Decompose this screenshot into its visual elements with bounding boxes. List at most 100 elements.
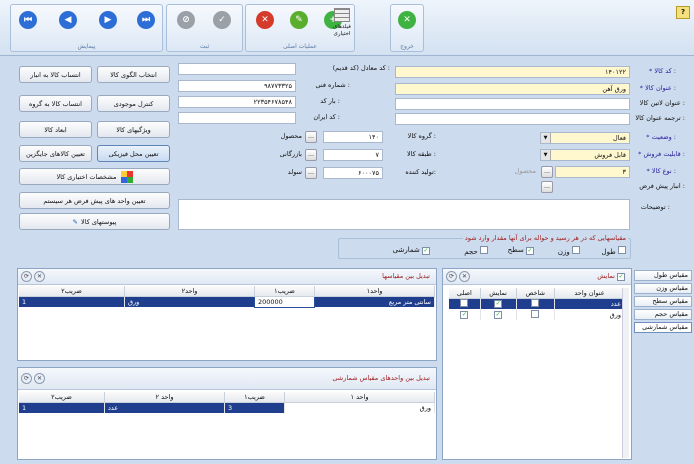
factor1-cell[interactable]: 3 bbox=[224, 402, 285, 413]
col-main: اصلی bbox=[449, 288, 481, 299]
description-textarea[interactable] bbox=[178, 199, 630, 230]
title-input[interactable]: ورق آهن bbox=[395, 83, 630, 95]
producer-browse-button[interactable]: … bbox=[305, 167, 317, 179]
unit-cell[interactable]: عدد bbox=[554, 298, 625, 309]
features-button[interactable]: ویژگیهای کالا bbox=[97, 121, 170, 138]
unit1-cell[interactable]: سانتی متر مربع bbox=[314, 296, 435, 307]
assign-to-group-button[interactable]: انتساب کالا به گروه bbox=[19, 95, 92, 112]
type-label: * نوع کالا : bbox=[646, 167, 677, 175]
description-label: توضیحات : bbox=[640, 203, 670, 211]
edit-icon: ✎ bbox=[290, 11, 308, 29]
table-row[interactable]: ورق 3 عدد 1 bbox=[19, 402, 435, 413]
type-input[interactable]: ۳ bbox=[555, 166, 630, 178]
count-table: واحد ۱ ضریب۱ واحد ۲ ضریب۲ ورق 3 عدد 1 bbox=[19, 392, 435, 413]
custom-fields-button[interactable]: فیلدهای اختیاری bbox=[327, 6, 357, 48]
translate-title-input[interactable] bbox=[395, 113, 630, 125]
col-factor2: ضریب۲ bbox=[19, 286, 125, 297]
group-input[interactable]: ۱۴۰ bbox=[323, 131, 383, 143]
tab-length[interactable]: مقیاس طول bbox=[634, 270, 692, 281]
edit-button[interactable]: ✎ bbox=[288, 9, 310, 31]
group-browse-button[interactable]: … bbox=[305, 131, 317, 143]
record-group-caption: ثبت bbox=[199, 43, 210, 50]
checkbox-icon bbox=[572, 246, 580, 254]
prev-record-button[interactable]: ◀ bbox=[57, 9, 79, 31]
factor2-cell[interactable]: 1 bbox=[19, 402, 105, 413]
class-browse-button[interactable]: … bbox=[305, 149, 317, 161]
confirm-record-button[interactable]: ✓ bbox=[211, 9, 233, 31]
help-button[interactable]: ? bbox=[676, 6, 690, 19]
nav-group-caption: پیمایش bbox=[77, 43, 96, 50]
tab-volume[interactable]: مقیاس حجم bbox=[634, 309, 692, 320]
grid-icon bbox=[334, 8, 350, 22]
dimensions-button[interactable]: ابعاد کالا bbox=[19, 121, 92, 138]
checkbox-icon[interactable] bbox=[460, 298, 469, 307]
refresh-icon[interactable]: ⟳ bbox=[446, 271, 457, 282]
type-browse-button[interactable]: … bbox=[541, 166, 553, 178]
iran-code-input[interactable] bbox=[178, 112, 296, 124]
delete-row-icon[interactable]: ✕ bbox=[459, 271, 470, 282]
unit2-cell[interactable]: ورق bbox=[124, 296, 255, 307]
first-record-button[interactable]: ⏮ bbox=[17, 9, 39, 31]
checkmark-icon[interactable]: ✓ bbox=[494, 311, 503, 319]
col-show: نمایش bbox=[480, 288, 517, 299]
delete-button[interactable]: ✕ bbox=[254, 9, 276, 31]
last-record-button[interactable]: ⏭ bbox=[135, 9, 157, 31]
refresh-icon[interactable]: ⟳ bbox=[21, 271, 32, 282]
factor2-cell[interactable]: 1 bbox=[19, 296, 125, 307]
assign-to-store-button[interactable]: انتساب کالا به انبار bbox=[19, 66, 92, 83]
custom-specs-button[interactable]: مشخصات اختیاری کالا bbox=[19, 168, 170, 185]
class-input[interactable]: ۷ bbox=[323, 149, 383, 161]
exit-group: ✕ خروج bbox=[390, 4, 424, 52]
units-scrollbar[interactable] bbox=[622, 288, 629, 458]
factor1-cell[interactable]: 200000 bbox=[254, 295, 315, 308]
inventory-control-button[interactable]: کنترل موجودی bbox=[97, 95, 170, 112]
physical-location-button[interactable]: تعیین محل فیزیکی bbox=[97, 145, 170, 162]
cancel-record-button[interactable]: ⊘ bbox=[175, 9, 197, 31]
latin-title-input[interactable] bbox=[395, 98, 630, 110]
measure-count[interactable]: شمارشی ✓ bbox=[393, 246, 430, 255]
producer-input[interactable]: ۶۰۰۰۷۵ bbox=[323, 167, 383, 179]
measure-length[interactable]: طول bbox=[601, 246, 626, 256]
record-group: ⊘ ✓ ثبت bbox=[166, 4, 243, 52]
substitutes-button[interactable]: تعیین کالاهای جایگزین bbox=[19, 145, 92, 162]
default-store-browse-button[interactable]: … bbox=[541, 181, 553, 193]
measure-volume[interactable]: حجم bbox=[464, 246, 488, 256]
status-select[interactable]: ▼ فعال bbox=[540, 132, 630, 144]
select-pattern-button[interactable]: انتخاب الگوی کالا bbox=[97, 66, 170, 83]
refresh-icon[interactable]: ⟳ bbox=[21, 373, 32, 384]
tab-area[interactable]: مقیاس سطح bbox=[634, 296, 692, 307]
table-row[interactable]: سانتی متر مربع 200000 ورق 1 bbox=[19, 295, 435, 308]
salability-select[interactable]: ▼ قابل فروش bbox=[540, 149, 630, 161]
group-label: گروه کالا : bbox=[407, 132, 436, 140]
checkmark-icon[interactable]: ✓ bbox=[494, 300, 503, 309]
table-row[interactable]: عدد ✓ bbox=[449, 298, 625, 309]
conversion-panel-header: تبدیل بین مقیاسها ⟳ ✕ bbox=[18, 269, 436, 285]
default-units-button[interactable]: تعیین واحد های پیش فرض هر سیستم bbox=[19, 192, 170, 209]
measure-weight[interactable]: وزن bbox=[558, 246, 580, 256]
next-record-button[interactable]: ▶ bbox=[97, 9, 119, 31]
code-input[interactable]: ۱۴۰۱۲۲ bbox=[395, 66, 630, 78]
chevron-down-icon: ▼ bbox=[541, 133, 551, 143]
delete-row-icon[interactable]: ✕ bbox=[34, 271, 45, 282]
table-row[interactable]: ورق ✓ ✓ bbox=[449, 309, 625, 320]
exit-button[interactable]: ✕ bbox=[396, 9, 418, 31]
tab-weight[interactable]: مقیاس وزن bbox=[634, 283, 692, 294]
delete-row-icon[interactable]: ✕ bbox=[34, 373, 45, 384]
col-unit1: واحد ۱ bbox=[284, 392, 435, 403]
unit1-cell[interactable]: ورق bbox=[284, 402, 435, 413]
equiv-code-input[interactable] bbox=[178, 63, 296, 75]
barcode-input[interactable]: ۲۲۳۵۴۶۷۸۵۴۸ bbox=[178, 96, 296, 108]
checkbox-icon[interactable] bbox=[531, 309, 540, 318]
tab-count[interactable]: مقیاس شمارشی bbox=[634, 322, 692, 333]
status-label: * وضعیت : bbox=[646, 133, 676, 141]
tech-no-input[interactable]: ۹۸۷۷۳۳۲۵ bbox=[178, 80, 296, 92]
latin-title-label: عنوان لاتین کالا : bbox=[639, 99, 685, 107]
measures-caption: مقیاسهایی که در هر رسید و حواله برای آنه… bbox=[462, 234, 628, 242]
conversion-panel-title: تبدیل بین مقیاسها bbox=[382, 272, 430, 280]
measure-area[interactable]: سطح ✓ bbox=[508, 246, 534, 255]
attachments-button[interactable]: ✎ پیوستهای کالا bbox=[19, 213, 170, 230]
unit2-cell[interactable]: عدد bbox=[104, 402, 225, 413]
unit-cell[interactable]: ورق bbox=[554, 309, 625, 320]
checkmark-icon[interactable]: ✓ bbox=[460, 311, 469, 319]
checkbox-icon[interactable] bbox=[531, 298, 540, 307]
